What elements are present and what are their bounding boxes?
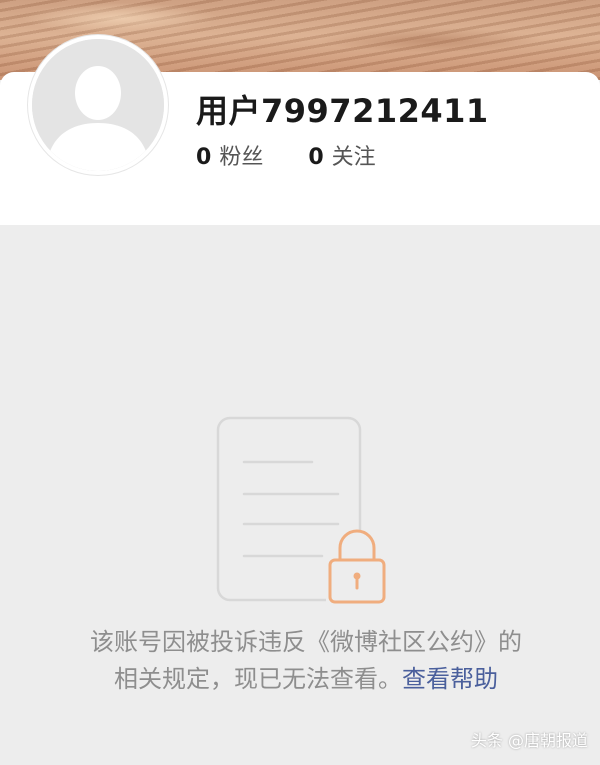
profile-stats: 0 粉丝 0 关注 (196, 139, 414, 171)
avatar[interactable] (32, 39, 164, 171)
locked-document-icon (212, 414, 392, 606)
followers-stat[interactable]: 0 粉丝 (196, 139, 263, 171)
followers-count: 0 (196, 145, 212, 170)
followers-label: 粉丝 (219, 145, 264, 170)
default-avatar-icon (32, 39, 164, 171)
following-label: 关注 (331, 145, 376, 170)
account-restricted-notice: 该账号因被投诉违反《微博社区公约》的相关规定，现已无法查看。查看帮助 (86, 624, 526, 698)
help-link[interactable]: 查看帮助 (402, 665, 498, 693)
watermark: 头条 @唐朝报道 (470, 731, 588, 750)
following-stat[interactable]: 0 关注 (308, 139, 375, 171)
following-count: 0 (308, 145, 324, 170)
username: 用户7997212411 (196, 92, 489, 130)
